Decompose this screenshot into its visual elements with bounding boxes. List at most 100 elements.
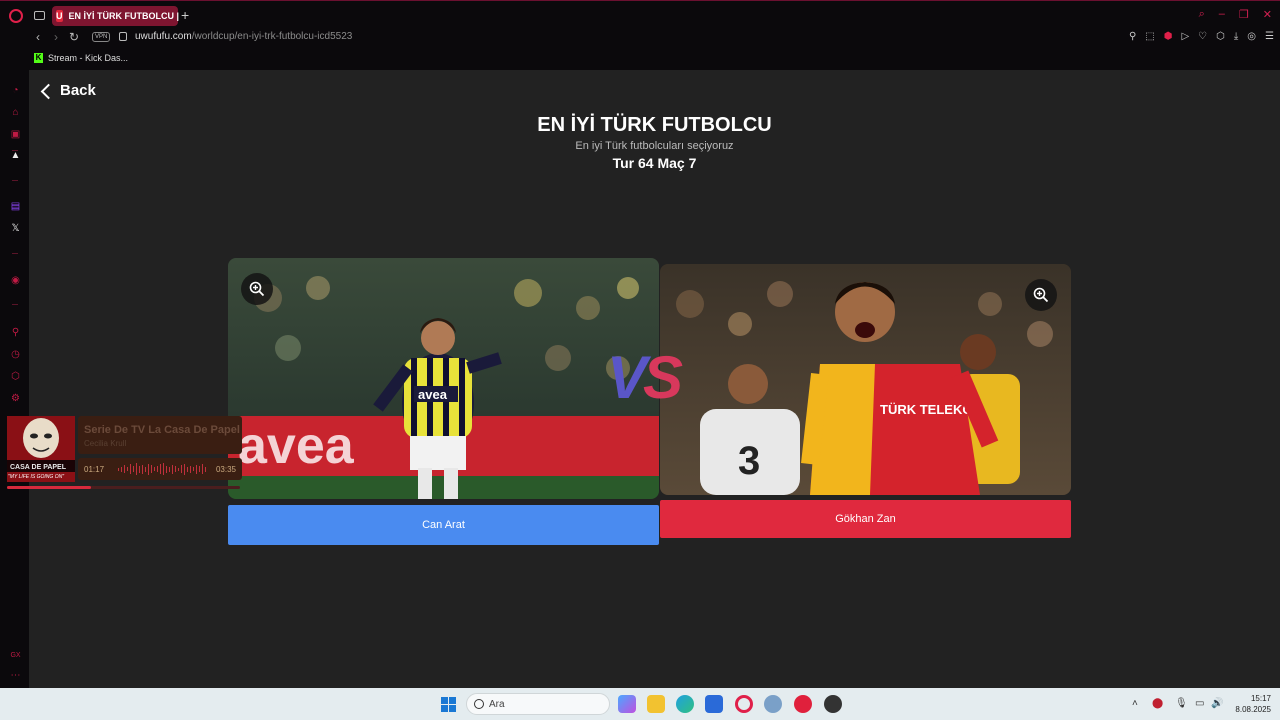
track-artist: Cecilia Krull xyxy=(84,439,127,448)
vs-s-letter: S xyxy=(643,344,683,411)
page-subtitle: En iyi Türk futbolcuları seçiyoruz xyxy=(575,140,734,152)
twitch-icon[interactable]: ▤ xyxy=(10,201,21,212)
gx-label: GX xyxy=(10,652,21,659)
messenger-icon[interactable]: ▣ xyxy=(10,129,21,140)
tray-chevron-up-icon[interactable]: ˄ xyxy=(1132,698,1138,709)
new-tab-button[interactable]: + xyxy=(181,7,189,23)
file-explorer-icon[interactable] xyxy=(647,695,665,713)
back-nav-icon[interactable]: ‹ xyxy=(36,30,40,44)
download-icon[interactable]: ⤓ xyxy=(1234,31,1238,42)
camera-icon[interactable]: ◎ xyxy=(1247,31,1256,42)
zoom-in-icon xyxy=(249,281,265,297)
x-twitter-icon[interactable]: 𝕏 xyxy=(10,223,21,234)
ms-store-icon[interactable] xyxy=(705,695,723,713)
network-icon[interactable]: ▭ xyxy=(1195,698,1204,709)
waveform-bar xyxy=(163,463,164,475)
opera-gx-taskbar-icon[interactable] xyxy=(735,695,753,713)
waveform-bar xyxy=(172,464,173,474)
sidebar-separator xyxy=(12,253,18,254)
taskbar-search-placeholder: Ara xyxy=(489,699,505,710)
waveform-bar xyxy=(187,466,188,472)
opera-logo-icon[interactable] xyxy=(9,9,23,23)
volume-icon[interactable]: 🔊 xyxy=(1211,698,1223,709)
lock-icon[interactable] xyxy=(119,32,127,41)
uwufufu-favicon-icon: U xyxy=(56,10,63,22)
taskbar-clock[interactable]: 15:17 8.08.2025 xyxy=(1231,693,1271,715)
pin-icon[interactable]: ⚲ xyxy=(1129,31,1136,42)
aria-ai-icon[interactable]: ▲ xyxy=(10,150,21,161)
waveform-bars xyxy=(118,463,208,475)
aria-icon[interactable]: ◔ xyxy=(10,85,21,96)
waveform-bar xyxy=(142,464,143,474)
zoom-left-button[interactable] xyxy=(241,273,273,305)
clock-time: 15:17 xyxy=(1250,694,1271,703)
vs-v-letter: V xyxy=(607,344,647,411)
choice-gokhan-zan-button[interactable]: Gökhan Zan xyxy=(660,500,1071,538)
sidebar-separator xyxy=(12,180,18,181)
settings-icon[interactable]: ⚙ xyxy=(10,393,21,404)
album-art-text: CASA DE PAPEL xyxy=(10,464,67,471)
time-total: 03:35 xyxy=(215,465,236,474)
gx-control-icon[interactable]: ⌂ xyxy=(10,107,21,118)
right-player-photo[interactable]: 3 TÜRK TELEKOM xyxy=(660,264,1071,495)
zoom-in-icon xyxy=(1033,287,1049,303)
waveform-bar xyxy=(154,467,155,471)
copilot-icon[interactable] xyxy=(618,695,636,713)
waveform-bar xyxy=(136,463,137,475)
microphone-icon[interactable]: 🎙 xyxy=(1175,698,1188,709)
waveform-bar xyxy=(169,466,170,472)
snapshot-icon[interactable]: ⬚ xyxy=(1145,31,1154,42)
easy-setup-icon[interactable]: ☰ xyxy=(1265,31,1274,42)
player-waveform[interactable]: 01:17 03:35 xyxy=(78,458,242,480)
tray-antivirus-icon[interactable]: ⬤ xyxy=(1152,698,1163,709)
time-elapsed: 01:17 xyxy=(84,465,105,474)
more-icon[interactable]: ⋯ xyxy=(10,670,21,681)
media-player-icon[interactable] xyxy=(794,695,812,713)
player-progress-bar[interactable] xyxy=(7,486,240,489)
mini-music-player[interactable]: CASA DE PAPEL "MY LIFE IS GOING ON" Seri… xyxy=(4,414,244,492)
tab-uwufufu[interactable]: U EN İYİ TÜRK FUTBOLCU | xyxy=(52,6,179,26)
waveform-bar xyxy=(160,464,161,474)
waveform-bar xyxy=(139,465,140,473)
extensions-icon[interactable]: ⬡ xyxy=(1216,31,1225,42)
round-label: Tur 64 Maç 7 xyxy=(612,155,697,171)
player-icon[interactable]: ▷ xyxy=(1181,31,1189,42)
windows-start-icon[interactable] xyxy=(441,697,456,712)
reload-icon[interactable]: ↻ xyxy=(69,30,79,44)
gokhan-zan-image: 3 TÜRK TELEKOM xyxy=(660,264,1071,495)
edge-icon[interactable] xyxy=(676,695,694,713)
left-player-photo[interactable]: avea avea xyxy=(228,258,659,499)
shield-icon[interactable]: ⬢ xyxy=(1164,31,1173,42)
url-field[interactable]: uwufufu.com/worldcup/en-iyi-trk-futbolcu… xyxy=(135,31,352,42)
restore-button[interactable]: ❐ xyxy=(1239,8,1249,21)
music-player-icon[interactable]: ◉ xyxy=(10,275,21,286)
kick-icon[interactable]: K xyxy=(34,53,43,63)
url-path: /worldcup/en-iyi-trk-futbolcu-icd5523 xyxy=(191,31,353,42)
waveform-bar xyxy=(184,463,185,475)
taskbar-search[interactable]: Ara xyxy=(466,693,610,715)
close-window-button[interactable]: ✕ xyxy=(1263,8,1272,21)
pinboard-icon[interactable]: ⚲ xyxy=(10,327,21,338)
extensions-sidebar-icon[interactable]: ⬡ xyxy=(10,371,21,382)
waveform-bar xyxy=(193,467,194,471)
bookmark-kick[interactable]: Stream - Kick Das... xyxy=(48,53,128,63)
zoom-right-button[interactable] xyxy=(1025,279,1057,311)
steam-icon[interactable] xyxy=(824,695,842,713)
player-info: Serie De TV La Casa De Papel Cecilia Kru… xyxy=(78,416,242,454)
choice-can-arat-button[interactable]: Can Arat xyxy=(228,505,659,545)
app-icon[interactable] xyxy=(764,695,782,713)
jersey-sponsor-text: avea xyxy=(418,387,448,402)
search-tabs-icon[interactable]: ⌕ xyxy=(1199,8,1205,21)
minimize-button[interactable]: – xyxy=(1219,8,1225,21)
album-art-image: CASA DE PAPEL xyxy=(7,416,75,482)
back-button[interactable]: Back xyxy=(40,82,96,99)
page-content: Back EN İYİ TÜRK FUTBOLCU En iyi Türk fu… xyxy=(29,70,1280,688)
waveform-bar xyxy=(121,466,122,472)
waveform-bar xyxy=(127,467,128,471)
tab-islands-icon[interactable] xyxy=(34,11,45,20)
vpn-badge[interactable]: VPN xyxy=(92,32,111,42)
heart-icon[interactable]: ♡ xyxy=(1198,31,1207,42)
forward-nav-icon[interactable]: › xyxy=(54,30,58,44)
bookmarks-bar: K Stream - Kick Das... xyxy=(0,48,1280,70)
history-icon[interactable]: ◷ xyxy=(10,349,21,360)
